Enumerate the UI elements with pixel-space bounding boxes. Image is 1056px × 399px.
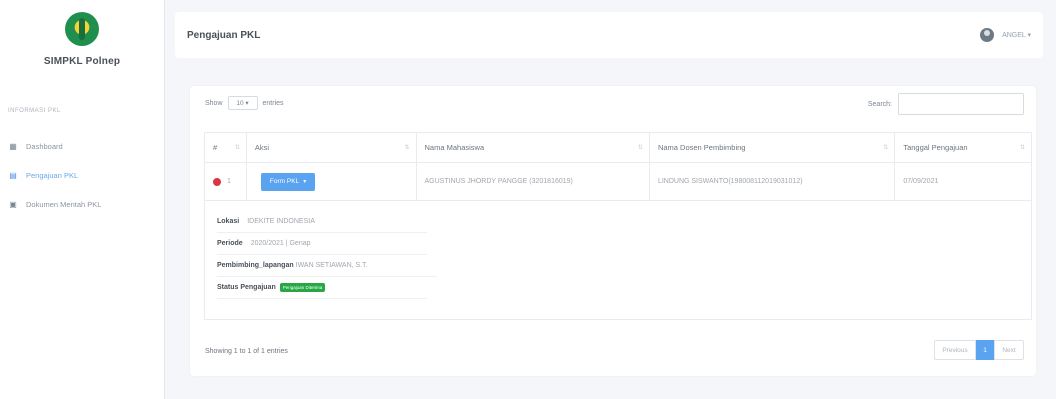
next-button[interactable]: Next — [994, 340, 1024, 360]
dashboard-icon: ▦ — [9, 141, 17, 151]
sidebar-item-label: Pengajuan PKL — [26, 170, 79, 180]
column-header-student[interactable]: Nama Mahasiswa ⇅ — [417, 133, 650, 162]
page-title: Pengajuan PKL — [187, 29, 261, 41]
sort-icon: ⇅ — [1019, 145, 1025, 151]
sidebar-item-dashboard[interactable]: ▦ Dashboard — [8, 138, 158, 154]
chevron-down-icon: ▾ — [303, 179, 307, 185]
column-header-date[interactable]: Tanggal Pengajuan ⇅ — [895, 133, 1031, 162]
show-label: Show — [205, 99, 223, 107]
table-header: # ⇅ Aksi ⇅ Nama Mahasiswa ⇅ Nama Dosen Pemb… — [205, 133, 1031, 163]
expand-row-icon[interactable] — [213, 177, 221, 186]
detail-status: Status Pengajuan Pengajuan Diterima — [217, 277, 427, 299]
sort-icon: ⇅ — [234, 145, 240, 151]
column-header-aksi[interactable]: Aksi ⇅ — [247, 133, 417, 162]
table-info: Showing 1 to 1 of 1 entries — [205, 348, 288, 355]
row-action-cell: Form PKL ▾ — [247, 163, 417, 200]
sidebar: SIMPKL Polnep INFORMASI PKL ▦ Dashboard … — [0, 0, 165, 399]
column-header-number[interactable]: # ⇅ — [205, 133, 247, 162]
document-icon: ▤ — [9, 170, 17, 180]
sort-icon: ⇅ — [404, 145, 410, 151]
detail-pembimbing: Pembimbing_lapangan IWAN SETIAWAN, S.T. — [217, 255, 437, 277]
row-number-cell: 1 — [205, 163, 247, 200]
brand: SIMPKL Polnep — [0, 0, 164, 88]
entries-select[interactable]: 10 ▾ — [227, 96, 258, 110]
status-badge: Pengajuan Diterima — [279, 283, 326, 292]
column-header-lecturer[interactable]: Nama Dosen Pembimbing ⇅ — [650, 133, 896, 162]
form-pkl-button[interactable]: Form PKL ▾ — [260, 172, 316, 191]
sort-icon: ⇅ — [637, 145, 643, 151]
table-row: 1 Form PKL ▾ AGUSTINUS JHORDY PANGGE (32… — [205, 163, 1031, 201]
sidebar-item-label: Dokumen Mentah PKL — [26, 199, 102, 209]
folder-icon: ▣ — [9, 199, 17, 209]
submissions-table: # ⇅ Aksi ⇅ Nama Mahasiswa ⇅ Nama Dosen Pemb… — [204, 132, 1032, 320]
sidebar-item-label: Dashboard — [26, 141, 63, 151]
sidebar-nav: ▦ Dashboard ▤ Pengajuan PKL ▣ Dokumen Me… — [8, 138, 158, 225]
brand-name: SIMPKL Polnep — [43, 56, 121, 67]
pagination: Previous 1 Next — [934, 340, 1024, 360]
user-name: ANGEL ▾ — [1002, 32, 1031, 39]
previous-button[interactable]: Previous — [934, 340, 976, 360]
lecturer-cell: LINDUNG SISWANTO(198008112019031012) — [650, 163, 896, 200]
avatar — [980, 28, 995, 42]
sort-icon: ⇅ — [883, 145, 889, 151]
sidebar-item-dokumen-mentah[interactable]: ▣ Dokumen Mentah PKL — [8, 196, 158, 212]
nav-heading: INFORMASI PKL — [8, 108, 61, 114]
table-search: Search: — [868, 93, 1024, 115]
logo-icon — [65, 12, 99, 46]
entries-label: entries — [262, 99, 284, 107]
search-input[interactable] — [898, 93, 1024, 115]
page-1-button[interactable]: 1 — [976, 340, 994, 360]
date-cell: 07/09/2021 — [903, 178, 939, 185]
content-card: Show 10 ▾ entries Search: # ⇅ Aksi ⇅ Nama … — [190, 86, 1036, 376]
topbar: Pengajuan PKL ANGEL ▾ — [175, 12, 1043, 58]
student-cell: AGUSTINUS JHORDY PANGGE (3201816019) — [417, 163, 650, 200]
detail-lokasi: Lokasi IDEKITE INDONESIA — [217, 211, 427, 233]
sidebar-item-pengajuan-pkl[interactable]: ▤ Pengajuan PKL — [8, 167, 158, 183]
user-menu[interactable]: ANGEL ▾ — [980, 28, 1031, 42]
detail-periode: Periode 2020/2021 | Genap — [217, 233, 427, 255]
table-length-control: Show 10 ▾ entries — [205, 96, 284, 110]
search-label: Search: — [867, 100, 892, 108]
row-detail: Lokasi IDEKITE INDONESIA Periode 2020/20… — [205, 201, 1031, 319]
